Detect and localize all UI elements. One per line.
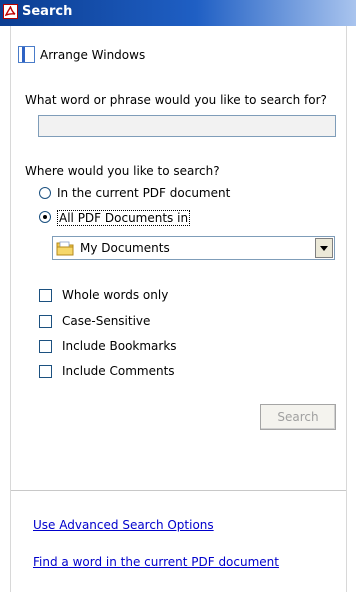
left-border — [0, 26, 11, 592]
radio-all-pdfs-label[interactable]: All PDF Documents in — [57, 210, 191, 226]
radio-current-pdf[interactable] — [39, 187, 51, 199]
arrange-windows-label[interactable]: Arrange Windows — [40, 48, 145, 62]
case-sensitive-checkbox[interactable] — [39, 315, 52, 328]
arrange-windows-icon[interactable] — [18, 46, 35, 63]
whole-words-label[interactable]: Whole words only — [62, 288, 168, 302]
where-label: Where would you like to search? — [25, 164, 220, 178]
chevron-down-icon — [320, 245, 328, 251]
search-input[interactable] — [38, 115, 336, 137]
divider — [11, 490, 346, 491]
window-title: Search — [22, 4, 73, 19]
include-comments-label[interactable]: Include Comments — [62, 364, 175, 378]
adobe-pdf-icon — [3, 4, 18, 19]
location-value: My Documents — [80, 241, 170, 255]
title-bar: Search — [0, 0, 356, 26]
right-border — [346, 26, 356, 592]
radio-current-pdf-label[interactable]: In the current PDF document — [57, 186, 230, 200]
include-bookmarks-checkbox[interactable] — [39, 340, 52, 353]
include-comments-checkbox[interactable] — [39, 365, 52, 378]
include-bookmarks-label[interactable]: Include Bookmarks — [62, 339, 177, 353]
dropdown-arrow-button[interactable] — [315, 238, 333, 258]
case-sensitive-label[interactable]: Case-Sensitive — [62, 314, 150, 328]
find-word-link[interactable]: Find a word in the current PDF document — [33, 555, 279, 569]
location-dropdown[interactable]: My Documents — [52, 236, 335, 260]
whole-words-checkbox[interactable] — [39, 289, 52, 302]
search-button[interactable]: Search — [260, 404, 336, 430]
my-documents-folder-icon — [56, 240, 74, 256]
radio-all-pdfs[interactable] — [39, 211, 51, 223]
search-question-label: What word or phrase would you like to se… — [25, 93, 327, 107]
advanced-search-link[interactable]: Use Advanced Search Options — [33, 518, 214, 532]
